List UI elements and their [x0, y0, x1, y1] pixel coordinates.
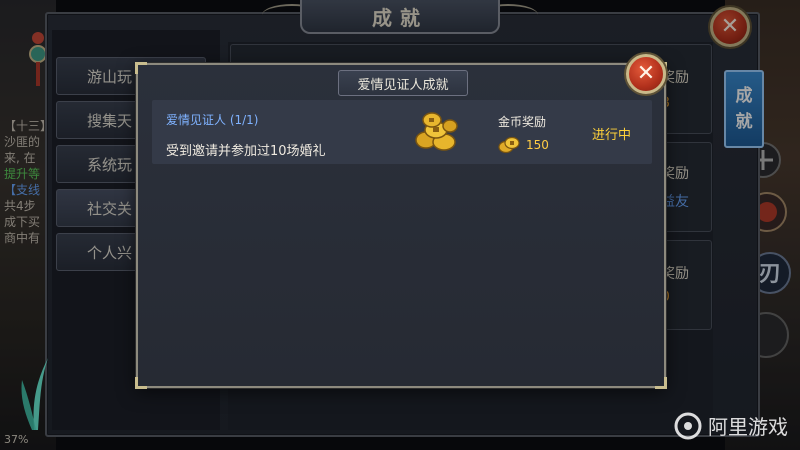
reward-amount-value: 150: [526, 138, 549, 152]
close-dialog-button[interactable]: ✕: [626, 54, 666, 94]
dialog-title-text: 爱情见证人成就: [357, 77, 449, 93]
corner-ornament: [135, 377, 147, 389]
corner-ornament: [135, 62, 147, 74]
watermark-logo-icon: [674, 412, 702, 439]
leaf-ornament-icon: [21, 358, 48, 430]
gold-coin-icon: [498, 136, 520, 154]
achievement-description: 受到邀请并参加过10场婚礼: [166, 144, 326, 159]
corner-ornament: [655, 377, 667, 389]
achievement-row[interactable]: 爱情见证人 (1/1) 受到邀请并参加过10场婚礼 金币奖励 150 进行中: [152, 100, 652, 164]
achievement-status: 进行中: [592, 128, 632, 143]
dialog-title: 爱情见证人成就: [338, 70, 468, 96]
achievement-name: 爱情见证人 (1/1): [166, 113, 259, 127]
watermark: 阿里游戏: [674, 411, 788, 440]
close-icon: ✕: [636, 61, 656, 86]
achievement-detail-dialog: 爱情见证人成就 爱情见证人 (1/1) 受到邀请并参加过10场婚礼 金币奖励 1…: [135, 62, 667, 389]
reward-label: 金币奖励: [498, 115, 547, 129]
reward-amount: 150: [498, 135, 549, 155]
gold-coins-icon: [415, 112, 458, 151]
watermark-text: 阿里游戏: [708, 415, 788, 439]
